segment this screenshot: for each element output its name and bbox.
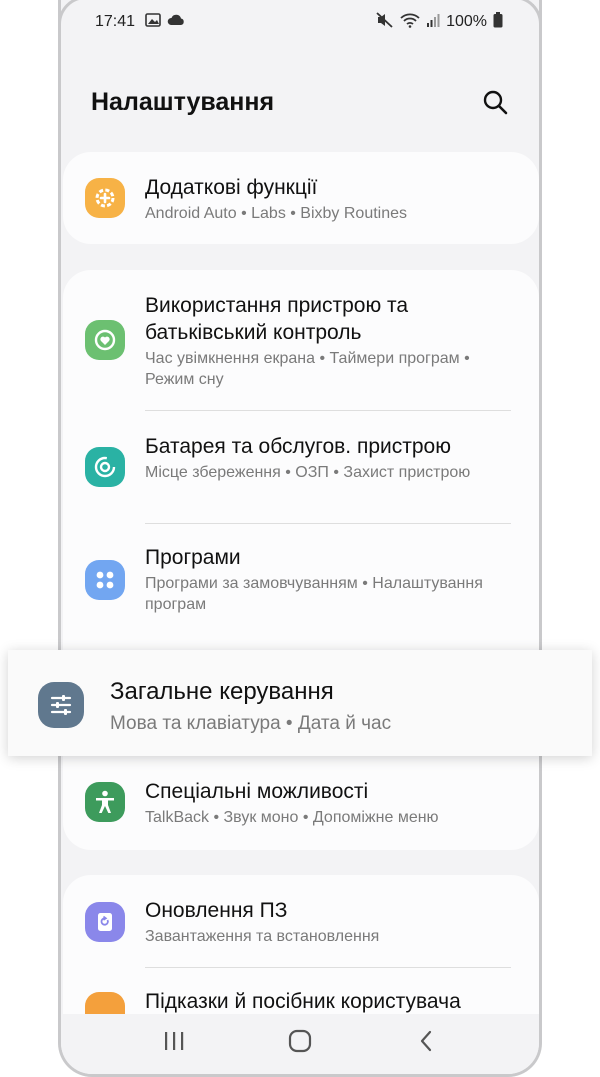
settings-item-general-management[interactable]: Загальне керування Мова та клавіатура • … <box>8 650 592 756</box>
page-title: Налаштування <box>91 87 275 116</box>
device-care-icon <box>85 447 125 487</box>
status-time: 17:41 <box>95 13 136 30</box>
mute-icon <box>376 11 394 33</box>
wifi-icon <box>400 12 420 33</box>
settings-item-software-update[interactable]: Оновлення ПЗ Завантаження та встановленн… <box>63 875 539 967</box>
item-subtitle: Час увімкнення екрана • Таймери програм … <box>145 350 470 388</box>
cloud-notification-icon <box>167 13 185 31</box>
settings-card-main: Використання пристрою та батьківський ко… <box>63 270 539 850</box>
plus-gear-icon <box>85 178 125 218</box>
settings-item-battery-care[interactable]: Батарея та обслугов. пристрою Місце збер… <box>63 411 539 523</box>
item-title: Підказки й посібник користувача <box>145 990 461 1013</box>
home-icon[interactable] <box>280 1021 320 1061</box>
back-icon[interactable] <box>406 1021 446 1061</box>
item-subtitle: Мова та клавіатура • Дата й час <box>110 713 392 734</box>
item-title: Оновлення ПЗ <box>145 899 288 922</box>
status-bar: 17:41 100% <box>61 0 539 44</box>
settings-item-apps[interactable]: Програми Програми за замовчуванням • Нал… <box>63 524 539 636</box>
gallery-notification-icon <box>145 12 161 32</box>
item-subtitle: TalkBack • Звук моно • Допоміжне меню <box>145 809 439 826</box>
item-subtitle: Завантаження та встановлення <box>145 928 380 945</box>
item-title: Спеціальні можливості <box>145 780 369 803</box>
accessibility-person-icon <box>85 782 125 822</box>
sliders-icon <box>38 682 84 728</box>
recents-icon[interactable] <box>154 1021 194 1061</box>
item-title: Загальне керування <box>110 678 334 705</box>
settings-header: Налаштування <box>61 80 539 124</box>
phone-screen: 17:41 100% Налаштування Додаткові функці… <box>58 0 542 1077</box>
heart-cycle-icon <box>85 320 125 360</box>
navigation-bar <box>61 1014 539 1074</box>
settings-item-advanced-features[interactable]: Додаткові функції Android Auto • Labs • … <box>63 152 539 244</box>
item-subtitle: Android Auto • Labs • Bixby Routines <box>145 205 408 222</box>
signal-icon <box>426 13 440 32</box>
item-subtitle: Місце збереження • ОЗП • Захист пристрою <box>145 464 471 481</box>
software-update-icon <box>85 902 125 942</box>
settings-card-advanced: Додаткові функції Android Auto • Labs • … <box>63 152 539 244</box>
search-icon[interactable] <box>479 86 511 118</box>
battery-percent: 100% <box>446 13 487 30</box>
item-title: Додаткові функції <box>145 176 318 199</box>
item-title: Використання пристрою та батьківський ко… <box>145 294 409 344</box>
settings-item-digital-wellbeing[interactable]: Використання пристрою та батьківський ко… <box>63 270 539 410</box>
item-subtitle: Програми за замовчуванням • Налаштування… <box>145 575 483 613</box>
item-title: Батарея та обслугов. пристрою <box>145 435 451 458</box>
apps-grid-icon <box>85 560 125 600</box>
item-title: Програми <box>145 546 241 569</box>
settings-item-accessibility[interactable]: Спеціальні можливості TalkBack • Звук мо… <box>63 760 539 850</box>
status-right: 100% <box>376 11 503 33</box>
battery-icon <box>493 11 503 33</box>
